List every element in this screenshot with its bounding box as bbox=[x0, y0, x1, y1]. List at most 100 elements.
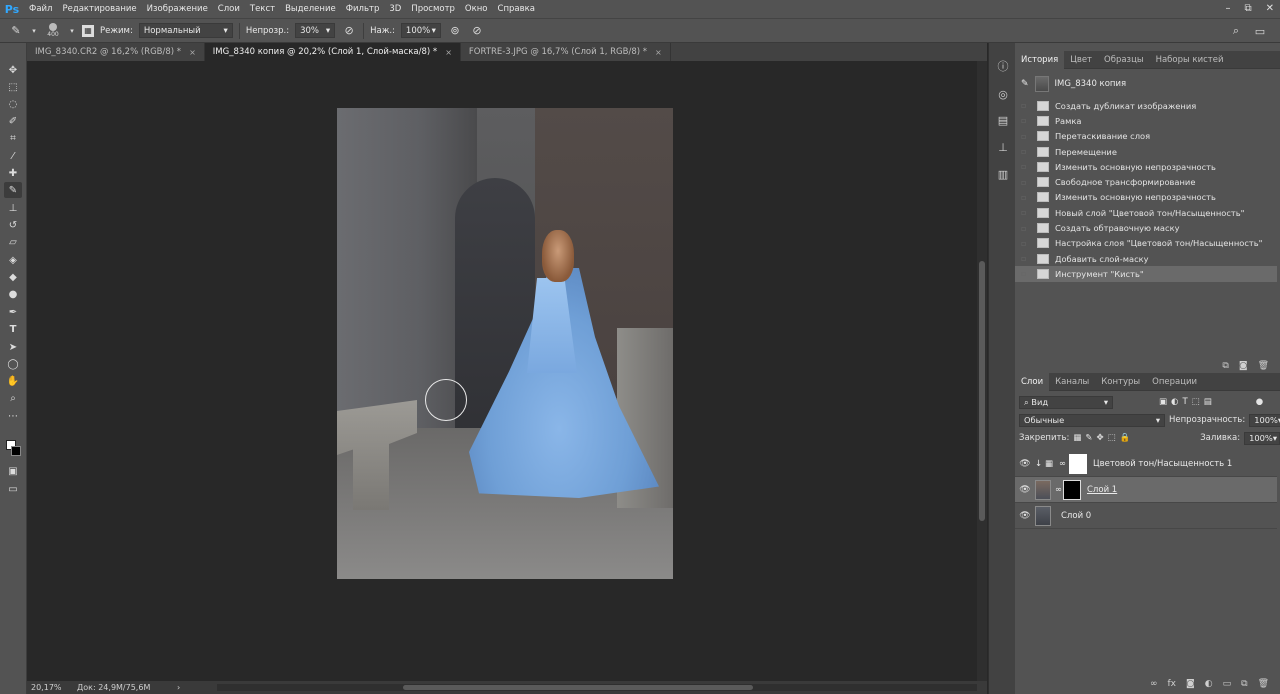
filter-smart-icon[interactable]: ▤ bbox=[1204, 397, 1212, 407]
history-source-checkbox[interactable]: ▫ bbox=[1021, 101, 1033, 110]
new-layer-icon[interactable]: ⧉ bbox=[1241, 679, 1247, 693]
airbrush-icon[interactable]: ⊚ bbox=[447, 23, 463, 39]
lasso-tool-icon[interactable]: ◌ bbox=[4, 96, 22, 112]
workspace-icon[interactable]: ▭ bbox=[1252, 23, 1268, 39]
history-item[interactable]: ▫ Создать обтравочную маску bbox=[1015, 220, 1277, 235]
layer-opacity-input[interactable]: 100% ▾ bbox=[1249, 413, 1280, 427]
history-source-checkbox[interactable]: ▫ bbox=[1021, 147, 1033, 156]
layer-name[interactable]: Цветовой тон/Насыщенность 1 bbox=[1093, 459, 1232, 469]
brush-panel-toggle-icon[interactable]: ▦ bbox=[82, 24, 94, 37]
link-layers-icon[interactable]: ∞ bbox=[1150, 679, 1158, 693]
scroll-thumb[interactable] bbox=[403, 685, 753, 690]
lock-pixels-icon[interactable]: ✎ bbox=[1085, 433, 1092, 443]
brush-preset-picker[interactable]: 400 bbox=[44, 23, 62, 39]
tab-document-3[interactable]: FORTRE-3.JPG @ 16,7% (Слой 1, RGB/8) * × bbox=[461, 43, 671, 61]
libraries-icon[interactable]: ▤ bbox=[994, 111, 1012, 129]
vertical-scrollbar[interactable] bbox=[977, 61, 987, 681]
pressure-input[interactable]: 100% ▾ bbox=[400, 23, 441, 38]
menu-3d[interactable]: 3D bbox=[384, 0, 406, 18]
history-item[interactable]: ▫ Изменить основную непрозрачность bbox=[1015, 190, 1277, 205]
restore-button[interactable]: ⧉ bbox=[1244, 0, 1251, 18]
chevron-down-icon[interactable]: ▾ bbox=[68, 23, 76, 39]
filter-type-icon[interactable]: T bbox=[1182, 397, 1187, 407]
menu-help[interactable]: Справка bbox=[493, 0, 540, 18]
layer-mask-thumbnail[interactable] bbox=[1063, 479, 1081, 500]
pressure-opacity-icon[interactable]: ⊘ bbox=[341, 23, 357, 39]
navigator-icon[interactable]: ◎ bbox=[994, 85, 1012, 103]
add-mask-icon[interactable]: ◙ bbox=[1186, 679, 1195, 693]
layer-filter-select[interactable]: ⌕ Вид ▾ bbox=[1019, 395, 1113, 409]
close-icon[interactable]: × bbox=[445, 48, 452, 57]
history-source-checkbox[interactable]: ▫ bbox=[1021, 116, 1033, 125]
history-source-checkbox[interactable]: ▫ bbox=[1021, 208, 1033, 217]
minimize-button[interactable]: – bbox=[1225, 0, 1230, 18]
dodge-tool-icon[interactable]: ● bbox=[4, 286, 22, 302]
filter-adjustment-icon[interactable]: ◐ bbox=[1171, 397, 1178, 407]
history-item[interactable]: ▫ Инструмент "Кисть" bbox=[1015, 266, 1277, 282]
type-tool-icon[interactable]: T bbox=[4, 321, 22, 337]
history-item[interactable]: ▫ Настройка слоя "Цветовой тон/Насыщеннос… bbox=[1015, 236, 1277, 251]
group-icon[interactable]: ▭ bbox=[1223, 679, 1232, 693]
tab-actions[interactable]: Операции bbox=[1146, 373, 1203, 391]
history-item[interactable]: ▫ Добавить слой-маску bbox=[1015, 251, 1277, 266]
history-source-checkbox[interactable]: ▫ bbox=[1021, 254, 1033, 263]
layer-row-layer-0[interactable]: 👁 Слой 0 bbox=[1015, 503, 1277, 529]
tab-brush-presets[interactable]: Наборы кистей bbox=[1150, 51, 1230, 69]
mode-select[interactable]: Нормальный ▾ bbox=[138, 23, 233, 38]
quick-mask-icon[interactable]: ▣ bbox=[4, 463, 22, 479]
document-image[interactable] bbox=[337, 108, 673, 579]
stamp-tool-icon[interactable]: ⊥ bbox=[4, 200, 22, 216]
move-tool-icon[interactable]: ✥ bbox=[4, 62, 22, 78]
tab-history[interactable]: История bbox=[1015, 50, 1065, 69]
history-item[interactable]: ▫ Перетаскивание слоя bbox=[1015, 129, 1277, 144]
menu-select[interactable]: Выделение bbox=[280, 0, 341, 18]
canvas-area[interactable] bbox=[27, 61, 977, 681]
path-selection-tool-icon[interactable]: ➤ bbox=[4, 339, 22, 355]
layer-row-layer-1[interactable]: 👁 ∞ Слой 1 bbox=[1015, 477, 1277, 503]
filter-toggle-icon[interactable]: ● bbox=[1256, 397, 1263, 407]
paint-bucket-tool-icon[interactable]: ◈ bbox=[4, 252, 22, 268]
history-source-checkbox[interactable]: ▫ bbox=[1021, 269, 1033, 278]
lock-transparent-icon[interactable]: ▦ bbox=[1073, 433, 1081, 443]
menu-filter[interactable]: Фильтр bbox=[341, 0, 385, 18]
history-item[interactable]: ▫ Новый слой "Цветовой тон/Насыщенность" bbox=[1015, 205, 1277, 220]
history-source-checkbox[interactable]: ▫ bbox=[1021, 178, 1033, 187]
more-tools-icon[interactable]: ⋯ bbox=[4, 408, 22, 424]
tab-paths[interactable]: Контуры bbox=[1095, 373, 1146, 391]
history-item[interactable]: ▫ Рамка bbox=[1015, 113, 1277, 128]
pressure-size-icon[interactable]: ⊘ bbox=[469, 23, 485, 39]
tab-color[interactable]: Цвет bbox=[1064, 51, 1098, 69]
fx-icon[interactable]: fx bbox=[1168, 679, 1177, 693]
tab-layers[interactable]: Слои bbox=[1015, 372, 1050, 391]
menu-layers[interactable]: Слои bbox=[213, 0, 245, 18]
history-item[interactable]: ▫ Перемещение bbox=[1015, 144, 1277, 159]
history-source-checkbox[interactable]: ▫ bbox=[1021, 239, 1033, 248]
filter-shape-icon[interactable]: ⬚ bbox=[1192, 397, 1200, 407]
history-item[interactable]: ▫ Изменить основную непрозрачность bbox=[1015, 159, 1277, 174]
menu-type[interactable]: Текст bbox=[245, 0, 280, 18]
history-item[interactable]: ▫ Свободное трансформирование bbox=[1015, 174, 1277, 189]
menu-window[interactable]: Окно bbox=[460, 0, 493, 18]
history-source-checkbox[interactable]: ▫ bbox=[1021, 193, 1033, 202]
trash-icon[interactable]: 🗑 bbox=[1258, 679, 1269, 693]
layer-row-hue-saturation[interactable]: 👁 ↓ ▦ ∞ Цветовой тон/Насыщенность 1 bbox=[1015, 451, 1277, 477]
horizontal-scrollbar[interactable] bbox=[217, 684, 977, 691]
layer-name[interactable]: Слой 1 bbox=[1087, 485, 1117, 495]
eye-icon[interactable]: 👁 bbox=[1015, 485, 1035, 495]
clone-source-icon[interactable]: ⊥ bbox=[994, 138, 1012, 156]
blend-mode-select[interactable]: Обычные ▾ bbox=[1019, 413, 1165, 427]
menu-edit[interactable]: Редактирование bbox=[57, 0, 141, 18]
crop-tool-icon[interactable]: ⌗ bbox=[4, 130, 22, 146]
blur-tool-icon[interactable]: ◆ bbox=[4, 269, 22, 285]
healing-tool-icon[interactable]: ✚ bbox=[4, 165, 22, 181]
menu-image[interactable]: Изображение bbox=[142, 0, 213, 18]
tab-document-1[interactable]: IMG_8340.CR2 @ 16,2% (RGB/8) * × bbox=[27, 43, 205, 61]
scroll-thumb[interactable] bbox=[979, 261, 985, 521]
fill-input[interactable]: 100% ▾ bbox=[1244, 431, 1280, 445]
menu-file[interactable]: Файл bbox=[24, 0, 57, 18]
marquee-tool-icon[interactable]: ⬚ bbox=[4, 79, 22, 95]
brush-tool-icon[interactable]: ✎ bbox=[8, 23, 24, 39]
lock-position-icon[interactable]: ✥ bbox=[1096, 433, 1103, 443]
opacity-input[interactable]: 30% ▾ bbox=[295, 23, 336, 38]
quick-select-tool-icon[interactable]: ✐ bbox=[4, 113, 22, 129]
